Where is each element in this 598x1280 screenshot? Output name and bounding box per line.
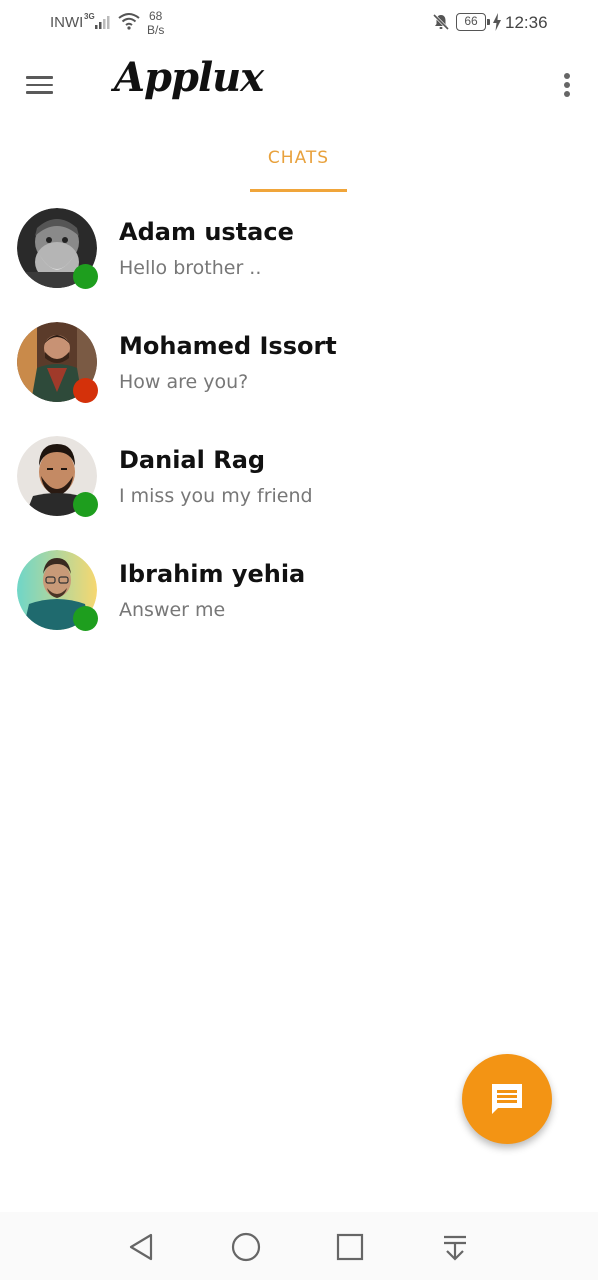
more-vert-icon[interactable] [558,70,576,100]
chat-list: Adam ustace Hello brother .. Mohamed Iss… [0,200,598,656]
online-status-badge [73,264,98,289]
tab-indicator [250,189,347,192]
signal-icon [95,16,110,29]
last-message: I miss you my friend [119,485,313,507]
speed-unit: B/s [147,23,165,37]
charging-icon [493,13,501,31]
online-status-badge [73,492,98,517]
new-chat-fab[interactable] [462,1054,552,1144]
tab-chats[interactable]: CHATS [250,140,347,192]
chat-item[interactable]: Ibrahim yehia Answer me [0,542,598,656]
busy-status-badge [73,378,98,403]
avatar-wrap [17,436,98,517]
chat-item[interactable]: Adam ustace Hello brother .. [0,200,598,314]
system-nav-bar [0,1212,598,1280]
chat-item[interactable]: Danial Rag I miss you my friend [0,428,598,542]
tab-chats-label: CHATS [267,148,330,168]
avatar-wrap [17,208,98,289]
clock: 12:36 [505,13,548,32]
bell-off-icon [432,13,450,31]
recents-square-icon[interactable] [333,1230,367,1264]
battery-indicator: 66 [456,13,490,31]
wifi-icon [118,13,140,30]
app-screen: INWI 3G 68 B/s 66 12:36 Applux CHATS Ada… [0,0,598,1280]
contact-name: Danial Rag [119,446,266,474]
home-circle-icon[interactable] [229,1230,263,1264]
chat-bubble-icon [492,1084,522,1114]
contact-name: Mohamed Issort [119,332,337,360]
last-message: Hello brother .. [119,257,262,279]
contact-name: Adam ustace [119,218,294,246]
menu-icon[interactable] [24,72,56,98]
last-message: How are you? [119,371,249,393]
avatar-wrap [17,550,98,631]
contact-name: Ibrahim yehia [119,560,306,588]
network-speed: 68 B/s [147,9,164,37]
chat-item[interactable]: Mohamed Issort How are you? [0,314,598,428]
online-status-badge [73,606,98,631]
notification-pull-icon[interactable] [438,1230,472,1264]
last-message: Answer me [119,599,226,621]
app-logo: Applux [114,54,264,101]
carrier-label: INWI [50,14,84,31]
status-bar: INWI 3G 68 B/s 66 12:36 [0,0,598,46]
speed-value: 68 [148,9,163,23]
back-triangle-icon[interactable] [124,1230,158,1264]
avatar-wrap [17,322,98,403]
